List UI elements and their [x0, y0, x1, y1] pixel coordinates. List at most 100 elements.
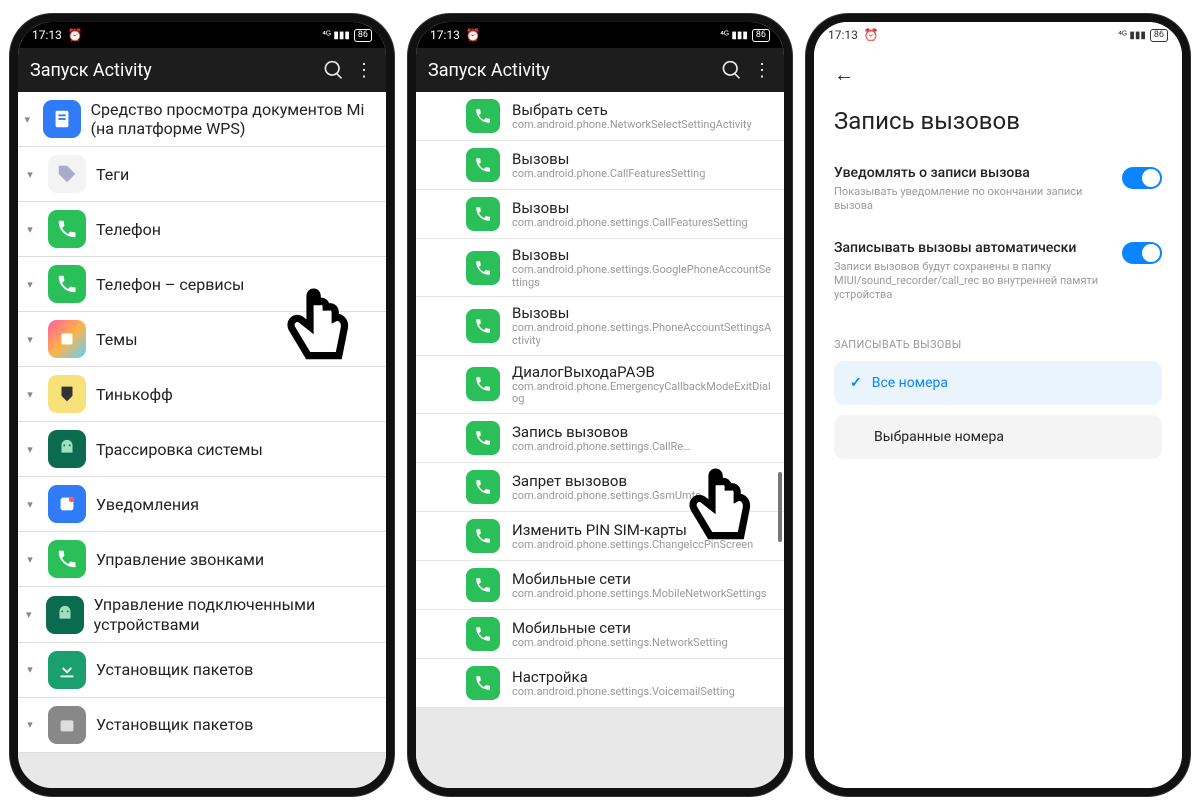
app-row[interactable]: ▾ Тинькофф	[18, 367, 386, 422]
toggle-switch[interactable]	[1122, 167, 1162, 189]
chevron-down-icon: ▾	[22, 663, 38, 676]
app-label: Управление подключенными устройствами	[94, 595, 376, 633]
activity-class: com.android.phone.settings.PhoneAccountS…	[512, 322, 774, 347]
app-bar: Запуск Activity ⋮	[416, 48, 784, 92]
activity-title: Вызовы	[512, 150, 705, 168]
chevron-down-icon: ▾	[22, 113, 33, 126]
battery-icon: 86	[354, 29, 372, 42]
scrollbar[interactable]	[778, 472, 782, 542]
more-icon[interactable]: ⋮	[354, 60, 374, 80]
activity-title: Запрет вызовов	[512, 472, 726, 490]
choice-label: Все номера	[872, 375, 948, 391]
activity-title: Вызовы	[512, 304, 774, 322]
app-icon	[48, 320, 86, 358]
phone-icon	[466, 99, 500, 133]
app-row[interactable]: ▾ Установщик пакетов	[18, 643, 386, 698]
activity-row[interactable]: Запрет вызововcom.android.phone.settings…	[416, 463, 784, 512]
phone-icon	[466, 519, 500, 553]
alarm-icon: ⏰	[466, 28, 481, 42]
chevron-down-icon: ▾	[22, 443, 38, 456]
section-header: ЗАПИСЫВАТЬ ВЫЗОВЫ	[834, 338, 1162, 351]
app-row[interactable]: ▾ Средство просмотра документов Mi (на пл…	[18, 92, 386, 147]
chevron-down-icon: ▾	[22, 223, 38, 236]
app-title: Запуск Activity	[428, 60, 550, 81]
status-bar: 17:13 ⏰ ⁴ᴳ ▮▮▮ 86	[416, 22, 784, 48]
app-row[interactable]: ▾Темы	[18, 312, 386, 367]
status-bar: 17:13 ⏰ ⁴ᴳ ▮▮▮ 86	[18, 22, 386, 48]
app-icon	[48, 540, 86, 578]
check-icon: ✓	[850, 375, 862, 391]
app-row[interactable]: ▾Трассировка системы	[18, 422, 386, 477]
more-icon[interactable]: ⋮	[752, 60, 772, 80]
app-label: Уведомления	[96, 495, 199, 514]
activity-class: com.android.phone.settings.GooglePhoneAc…	[512, 264, 774, 289]
activity-row[interactable]: Изменить PIN SIM-картыcom.android.phone.…	[416, 512, 784, 561]
option-desc: Записи вызовов будут сохранены в папку M…	[834, 260, 1110, 303]
auto-record-option[interactable]: Записывать вызовы автоматически Записи в…	[834, 232, 1162, 321]
app-row[interactable]: ▾Телефон	[18, 202, 386, 257]
app-row[interactable]: ▾Управление звонками	[18, 532, 386, 587]
phone-icon	[466, 617, 500, 651]
back-button[interactable]: ←	[834, 48, 1162, 97]
app-label: Управление звонками	[96, 550, 264, 569]
toggle-switch[interactable]	[1122, 242, 1162, 264]
battery-icon: 86	[752, 29, 770, 42]
activity-class: com.android.phone.EmergencyCallbackModeE…	[512, 381, 774, 406]
phone-icon	[466, 470, 500, 504]
activity-row[interactable]: ДиалогВыходаРАЭВcom.android.phone.Emerge…	[416, 356, 784, 414]
phone-icon	[466, 148, 500, 182]
activity-row[interactable]: Мобильные сетиcom.android.phone.settings…	[416, 561, 784, 610]
app-icon	[48, 155, 86, 193]
phone-3: 17:13 ⏰ ⁴ᴳ ▮▮▮ 86 ← Запись вызовов Уведо…	[806, 14, 1190, 796]
activity-title: ДиалогВыходаРАЭВ	[512, 363, 774, 381]
app-bar: Запуск Activity ⋮	[18, 48, 386, 92]
activity-row[interactable]: Вызовыcom.android.phone.CallFeaturesSett…	[416, 141, 784, 190]
activity-row[interactable]: Выбрать сетьcom.android.phone.NetworkSel…	[416, 92, 784, 141]
activity-class: com.android.phone.settings.ChangeIccPinS…	[512, 539, 753, 552]
chevron-down-icon: ▾	[22, 168, 38, 181]
battery-icon: 86	[1150, 29, 1168, 42]
activity-list[interactable]: Выбрать сетьcom.android.phone.NetworkSel…	[416, 92, 784, 788]
app-label: Тинькофф	[96, 385, 173, 404]
signal-icon: ⁴ᴳ ▮▮▮	[1118, 30, 1146, 41]
app-label: Темы	[96, 330, 138, 349]
chevron-down-icon: ▾	[22, 608, 36, 621]
settings-body: ← Запись вызовов Уведомлять о записи выз…	[814, 48, 1182, 788]
search-icon[interactable]	[324, 60, 344, 80]
chevron-down-icon: ▾	[22, 388, 38, 401]
activity-class: com.android.phone.settings.MobileNetwork…	[512, 588, 767, 601]
app-label: Установщик пакетов	[96, 660, 253, 679]
app-label: Средство просмотра документов Mi (на пла…	[91, 100, 376, 138]
app-list[interactable]: ▾ Средство просмотра документов Mi (на пл…	[18, 92, 386, 788]
activity-class: com.android.phone.settings.CallRe…	[512, 441, 691, 454]
option-title: Уведомлять о записи вызова	[834, 165, 1110, 181]
search-icon[interactable]	[722, 60, 742, 80]
app-row[interactable]: ▾Установщик пакетов	[18, 698, 386, 753]
activity-row[interactable]: Вызовыcom.android.phone.settings.PhoneAc…	[416, 297, 784, 355]
activity-row[interactable]: Вызовыcom.android.phone.settings.GoogleP…	[416, 239, 784, 297]
app-title: Запуск Activity	[30, 60, 152, 81]
activity-title: Мобильные сети	[512, 570, 767, 588]
app-icon	[48, 375, 86, 413]
app-row[interactable]: ▾ Теги	[18, 147, 386, 202]
app-label: Теги	[96, 165, 129, 184]
signal-icon: ⁴ᴳ ▮▮▮	[322, 30, 350, 41]
app-row[interactable]: ▾Телефон – сервисы	[18, 257, 386, 312]
app-row[interactable]: ▾ Управление подключенными устройствами	[18, 587, 386, 642]
option-title: Записывать вызовы автоматически	[834, 240, 1110, 256]
activity-row[interactable]: Вызовыcom.android.phone.settings.CallFea…	[416, 190, 784, 239]
choice-all-numbers[interactable]: ✓ Все номера	[834, 361, 1162, 405]
app-row[interactable]: ▾ Уведомления	[18, 477, 386, 532]
activity-class: com.android.phone.settings.CallFeaturesS…	[512, 217, 748, 230]
activity-row[interactable]: Настройкаcom.android.phone.settings.Voic…	[416, 659, 784, 708]
chevron-down-icon: ▾	[22, 498, 38, 511]
notify-option[interactable]: Уведомлять о записи вызова Показывать ув…	[834, 157, 1162, 232]
app-icon	[48, 210, 86, 248]
activity-row[interactable]: Запись вызововcom.android.phone.settings…	[416, 414, 784, 463]
phone-icon	[466, 421, 500, 455]
phone-1: 17:13 ⏰ ⁴ᴳ ▮▮▮ 86 Запуск Activity ⋮ ▾ Сре…	[10, 14, 394, 796]
signal-icon: ⁴ᴳ ▮▮▮	[720, 30, 748, 41]
activity-row[interactable]: Мобильные сетиcom.android.phone.settings…	[416, 610, 784, 659]
chevron-down-icon: ▾	[22, 718, 38, 731]
choice-selected-numbers[interactable]: Выбранные номера	[834, 415, 1162, 459]
